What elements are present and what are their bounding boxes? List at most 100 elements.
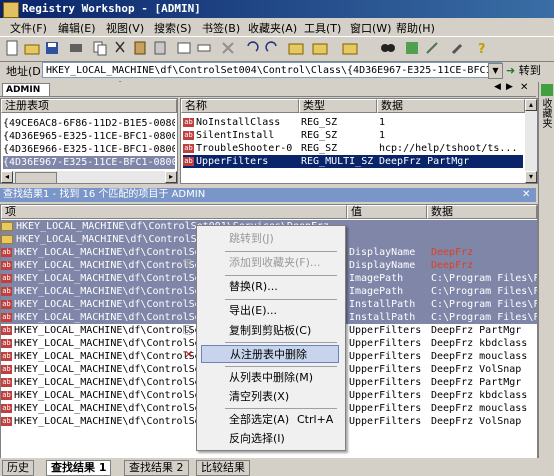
menu-favorites[interactable]: 收藏夹(A) <box>248 20 297 36</box>
connect-icon[interactable] <box>68 40 86 56</box>
value-data: 1 <box>379 117 386 128</box>
scroll-up-icon[interactable]: ▴ <box>525 99 537 111</box>
rename-icon[interactable] <box>196 40 214 56</box>
menu-item-goto[interactable]: 跳转到(J) <box>201 230 339 248</box>
toolbar: ? <box>0 36 554 62</box>
value-row[interactable]: ab NoInstallClass REG_SZ 1 <box>183 116 523 129</box>
string-value-icon: ab <box>1 247 12 257</box>
values-vscrollbar[interactable]: ▴ ▾ <box>525 99 537 183</box>
open-icon[interactable] <box>24 40 42 56</box>
bookmark-icon[interactable] <box>312 40 330 56</box>
search-close-icon[interactable]: ✕ <box>522 188 530 202</box>
tab-admin[interactable]: ADMIN <box>2 83 50 96</box>
menu-item-delete-from-registry[interactable]: ✕ 从注册表中删除 <box>184 345 339 363</box>
address-label: 地址(D) <box>6 65 46 78</box>
tab-history-label: 历史 <box>7 461 29 474</box>
menu-separator <box>225 366 337 367</box>
menu-help[interactable]: 帮助(H) <box>396 20 435 36</box>
menu-item-select-all[interactable]: 全部选定(A) Ctrl+A <box>201 411 339 429</box>
undo-icon[interactable] <box>244 40 262 56</box>
value-name: UpperFilters <box>196 156 269 167</box>
go-button[interactable]: ➜ 转到 <box>506 63 552 79</box>
scroll-left-icon[interactable]: ◂ <box>1 171 13 183</box>
favorites-side-label: 收藏夹 <box>540 98 551 128</box>
result-data: DeepFrz kbdclass <box>431 338 528 349</box>
address-dropdown-button[interactable]: ▼ <box>488 63 503 79</box>
tab-search-results-2[interactable]: 查找结果 2 <box>124 460 189 476</box>
menu-bookmarks[interactable]: 书签(B) <box>202 20 240 36</box>
result-data: C:\Program Files\Faron <box>431 299 537 310</box>
tree-item[interactable]: {49CE6AC8-6F86-11D2-B1E5-0080C72E <box>3 117 175 130</box>
value-data: hcp://help/tshoot/ts... <box>379 143 518 154</box>
tools-icon[interactable] <box>450 40 468 56</box>
menu-item-replace[interactable]: 替换(R)... <box>201 278 339 296</box>
scroll-right-icon[interactable]: ▸ <box>165 171 177 183</box>
menu-window[interactable]: 窗口(W) <box>350 20 391 36</box>
tree-hscrollbar[interactable]: ◂ ▸ <box>1 171 177 184</box>
window-title: Registry Workshop - [ADMIN] <box>22 2 201 15</box>
scroll-down-icon[interactable]: ▾ <box>525 171 537 183</box>
select-all-shortcut: Ctrl+A <box>297 413 334 426</box>
redo-icon[interactable] <box>264 40 282 56</box>
delete-icon[interactable] <box>220 40 238 56</box>
menu-item-copy-clipboard[interactable]: ⎘ 复制到剪贴板(C) <box>183 322 339 340</box>
favorites-icon[interactable] <box>342 40 360 56</box>
paste-icon[interactable] <box>132 40 150 56</box>
copy-clipboard-icon: ⎘ <box>183 324 192 337</box>
value-row[interactable]: ab SilentInstall REG_SZ 1 <box>183 129 523 142</box>
tree-item[interactable]: {4D36E966-E325-11CE-BFC1-08002BE1 <box>3 143 175 156</box>
paste2-icon[interactable] <box>152 40 170 56</box>
tab-search-results-1[interactable]: 查找结果 1 <box>46 460 112 476</box>
col-item[interactable]: 项 <box>1 205 347 219</box>
tab-compare-results[interactable]: 比较结果 <box>196 460 250 476</box>
favorites-side-panel[interactable]: 收藏夹 <box>538 82 554 458</box>
tab-search-results-1-label: 查找结果 1 <box>51 461 107 474</box>
menu-file[interactable]: 文件(F) <box>10 20 47 36</box>
menu-item-clear-list[interactable]: 清空列表(X) <box>201 388 339 406</box>
col-type[interactable]: 类型 <box>299 99 377 113</box>
tree-item[interactable]: {4D36E965-E325-11CE-BFC1-08002BE1 <box>3 130 175 143</box>
col-data[interactable]: 数据 <box>377 99 525 113</box>
value-row[interactable]: ab TroubleShooter-0 REG_SZ hcp://help/tshoo… <box>183 142 523 155</box>
result-data: DeepFrz kbdclass <box>431 390 528 401</box>
tab-nav-left-icon[interactable]: ◀ <box>494 82 501 92</box>
new-icon[interactable] <box>4 40 22 56</box>
menu-item-export[interactable]: 导出(E)... <box>201 302 339 320</box>
tab-admin-label: ADMIN <box>6 85 41 95</box>
menu-item-invert-selection[interactable]: 反向选择(I) <box>201 430 339 448</box>
help-icon[interactable]: ? <box>474 40 492 57</box>
new-key-icon[interactable] <box>176 40 194 56</box>
value-name: SilentInstall <box>196 130 275 141</box>
menu-separator <box>225 251 337 252</box>
col-value[interactable]: 值 <box>347 205 427 219</box>
result-value: DisplayName <box>349 260 416 271</box>
search-results-titlebar: 查找结果1 - 找到 16 个匹配的项目于 ADMIN ✕ <box>0 188 536 202</box>
tree-scroll-thumb[interactable] <box>15 172 57 184</box>
tab-compare-results-label: 比较结果 <box>201 461 245 474</box>
value-row-selected[interactable]: ab UpperFilters REG_MULTI_SZ DeepFrz PartMg… <box>183 155 523 168</box>
menu-tools[interactable]: 工具(T) <box>304 20 341 36</box>
cut-icon[interactable] <box>112 40 130 56</box>
address-input[interactable]: HKEY_LOCAL_MACHINE\df\ControlSet004\Cont… <box>42 62 502 92</box>
menu-view[interactable]: 视图(V) <box>106 20 144 36</box>
menu-edit[interactable]: 编辑(E) <box>58 20 96 36</box>
tree-item-selected[interactable]: {4D36E967-E325-11CE-BFC1-08002BE1 <box>3 156 175 169</box>
menu-item-add-favorite[interactable]: ⊞ 添加到收藏夹(F)... <box>183 254 339 272</box>
find-icon[interactable] <box>380 40 398 56</box>
col-name[interactable]: 名称 <box>181 99 299 113</box>
menu-search[interactable]: 搜索(S) <box>154 20 192 36</box>
refresh-icon[interactable] <box>404 40 422 56</box>
up-folder-icon[interactable] <box>288 40 306 56</box>
pin-icon[interactable] <box>424 40 442 56</box>
tree-header: 注册表项 <box>1 99 177 113</box>
col-search-data[interactable]: 数据 <box>427 205 537 219</box>
result-data: DeepFrz PartMgr <box>431 377 522 388</box>
doc-tab-bar: ADMIN ◀ ▶ ✕ <box>0 82 536 97</box>
tab-history[interactable]: 历史 <box>2 460 34 476</box>
menu-item-remove-from-list[interactable]: 从列表中删除(M) <box>201 369 339 387</box>
tab-close-icon[interactable]: ✕ <box>520 82 528 93</box>
tab-nav-right-icon[interactable]: ▶ <box>506 82 513 92</box>
values-panel: 名称 类型 数据 ab NoInstallClass REG_SZ 1 ab Silen… <box>180 98 538 184</box>
copy-icon[interactable] <box>92 40 110 56</box>
save-icon[interactable] <box>44 40 62 56</box>
